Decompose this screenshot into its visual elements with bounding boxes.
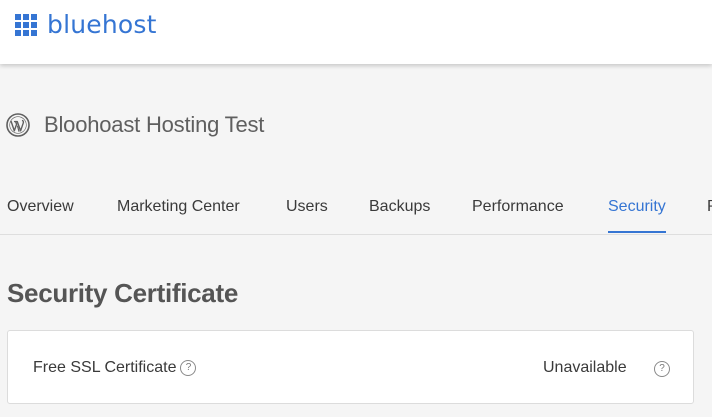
tab-users[interactable]: Users <box>286 188 328 233</box>
tab-overview[interactable]: Overview <box>7 188 74 233</box>
tab-security[interactable]: Security <box>608 188 666 233</box>
ssl-status: Unavailable <box>543 359 627 376</box>
site-header: Bloohoast Hosting Test <box>6 110 264 140</box>
tab-overflow[interactable]: P <box>707 188 712 233</box>
tab-performance[interactable]: Performance <box>472 188 564 233</box>
wordpress-icon <box>6 113 30 137</box>
top-header: bluehost <box>0 0 712 64</box>
tab-backups[interactable]: Backups <box>369 188 430 233</box>
page: bluehost Bloohoast Hosting Test Overview… <box>0 0 712 417</box>
status-help-icon[interactable]: ? <box>654 361 670 377</box>
ssl-label: Free SSL Certificate <box>33 359 177 376</box>
tab-marketing-center[interactable]: Marketing Center <box>117 188 240 233</box>
section-title: Security Certificate <box>7 278 238 308</box>
ssl-certificate-card: Free SSL Certificate ? Unavailable ? <box>7 330 694 404</box>
grid-logo-icon <box>15 14 37 36</box>
bluehost-logo[interactable]: bluehost <box>15 11 157 39</box>
ssl-label-row: Free SSL Certificate ? <box>33 359 197 377</box>
help-icon[interactable]: ? <box>180 360 197 376</box>
site-title: Bloohoast Hosting Test <box>44 112 265 137</box>
logo-text: bluehost <box>47 10 157 39</box>
site-tabs: Overview Marketing Center Users Backups … <box>0 188 712 235</box>
